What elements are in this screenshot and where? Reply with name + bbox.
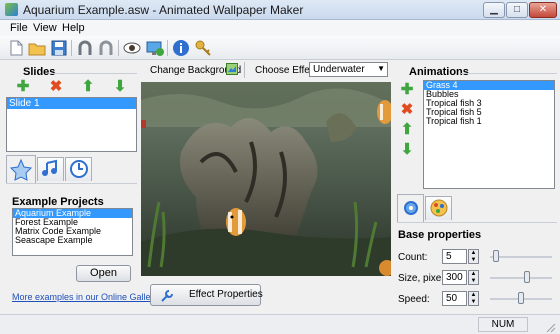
- size-slider-thumb[interactable]: [523, 271, 530, 283]
- divider: [397, 222, 557, 223]
- preview-eye-icon[interactable]: [123, 39, 141, 57]
- animation-item[interactable]: Tropical fish 1: [424, 117, 554, 126]
- divider: [6, 183, 137, 184]
- close-button[interactable]: ✕: [529, 2, 557, 18]
- minimize-button[interactable]: ▁: [483, 2, 505, 18]
- new-file-icon[interactable]: [7, 39, 25, 57]
- menu-file[interactable]: File: [10, 22, 28, 34]
- size-field[interactable]: 300: [442, 270, 467, 285]
- divider: [244, 62, 245, 78]
- tab-clock[interactable]: [65, 157, 92, 181]
- key-icon[interactable]: [194, 39, 212, 57]
- move-down-icon[interactable]: ⬇: [113, 79, 127, 94]
- divider: [461, 73, 557, 74]
- speed-label: Speed:: [398, 294, 430, 305]
- set-wallpaper-icon[interactable]: [146, 39, 164, 57]
- tab-music[interactable]: [37, 157, 64, 181]
- effect-value: Underwater: [313, 64, 365, 75]
- toolbar-separator: [167, 40, 168, 56]
- toolbar-separator: [71, 40, 72, 56]
- slides-list[interactable]: Slide 1: [6, 97, 137, 152]
- effect-dropdown[interactable]: Underwater ▼: [309, 62, 388, 77]
- animations-list[interactable]: Grass 4 Bubbles Tropical fish 3 Tropical…: [423, 80, 555, 189]
- toolbar-separator: [118, 40, 119, 56]
- delete-animation-icon[interactable]: ✖: [400, 102, 414, 117]
- change-background-icon[interactable]: [226, 63, 238, 75]
- app-icon: [5, 3, 18, 16]
- tab-appearance[interactable]: [425, 196, 452, 220]
- tab-properties[interactable]: [397, 194, 424, 222]
- move-animation-down-icon[interactable]: ⬇: [400, 142, 414, 157]
- menu-help[interactable]: Help: [62, 22, 85, 34]
- chevron-down-icon: ▼: [377, 64, 385, 73]
- add-slide-icon[interactable]: ✚: [16, 79, 30, 94]
- speed-field[interactable]: 50: [442, 291, 467, 306]
- count-slider-track[interactable]: [490, 256, 552, 258]
- count-field[interactable]: 5: [442, 249, 467, 264]
- online-gallery-link[interactable]: More examples in our Online Gallery: [12, 292, 158, 302]
- slide-item[interactable]: Slide 1: [7, 98, 136, 109]
- effect-properties-button[interactable]: Effect Properties: [150, 284, 263, 307]
- effect-properties-label: Effect Properties: [189, 289, 263, 300]
- redo-icon[interactable]: [97, 39, 115, 57]
- size-stepper[interactable]: ▲ ▼: [468, 270, 479, 285]
- divider: [50, 73, 137, 74]
- count-stepper[interactable]: ▲ ▼: [468, 249, 479, 264]
- move-animation-up-icon[interactable]: ⬆: [400, 122, 414, 137]
- menu-bar: File View Help: [0, 20, 560, 36]
- save-icon[interactable]: [50, 39, 68, 57]
- base-properties-title: Base properties: [398, 229, 482, 241]
- title-bar: Aquarium Example.asw - Animated Wallpape…: [0, 0, 560, 20]
- info-icon[interactable]: [172, 39, 190, 57]
- add-animation-icon[interactable]: ✚: [400, 82, 414, 97]
- open-button[interactable]: Open: [76, 265, 131, 282]
- resize-grip-icon[interactable]: [546, 323, 556, 333]
- count-label: Count:: [398, 252, 428, 263]
- wrench-icon: [159, 288, 175, 307]
- slides-title: Slides: [23, 66, 56, 78]
- toolbar: [0, 36, 560, 60]
- maximize-button[interactable]: □: [506, 2, 528, 18]
- example-projects-list[interactable]: Aquarium Example Forest Example Matrix C…: [12, 208, 133, 256]
- tab-effects[interactable]: [6, 155, 36, 183]
- delete-slide-icon[interactable]: ✖: [49, 79, 63, 94]
- status-bar: NUM: [0, 314, 560, 334]
- example-item[interactable]: Seascape Example: [13, 236, 132, 245]
- count-slider-thumb[interactable]: [492, 250, 499, 262]
- size-slider-track[interactable]: [490, 277, 552, 279]
- menu-view[interactable]: View: [33, 22, 57, 34]
- open-folder-icon[interactable]: [28, 39, 46, 57]
- speed-stepper[interactable]: ▲ ▼: [468, 291, 479, 306]
- move-up-icon[interactable]: ⬆: [81, 79, 95, 94]
- animations-title: Animations: [409, 66, 469, 78]
- wallpaper-preview[interactable]: [141, 82, 391, 276]
- example-projects-title: Example Projects: [12, 196, 104, 208]
- speed-slider-thumb[interactable]: [518, 292, 524, 304]
- num-lock-indicator: NUM: [478, 317, 528, 332]
- window-title: Aquarium Example.asw - Animated Wallpape…: [23, 3, 304, 17]
- undo-icon[interactable]: [76, 39, 94, 57]
